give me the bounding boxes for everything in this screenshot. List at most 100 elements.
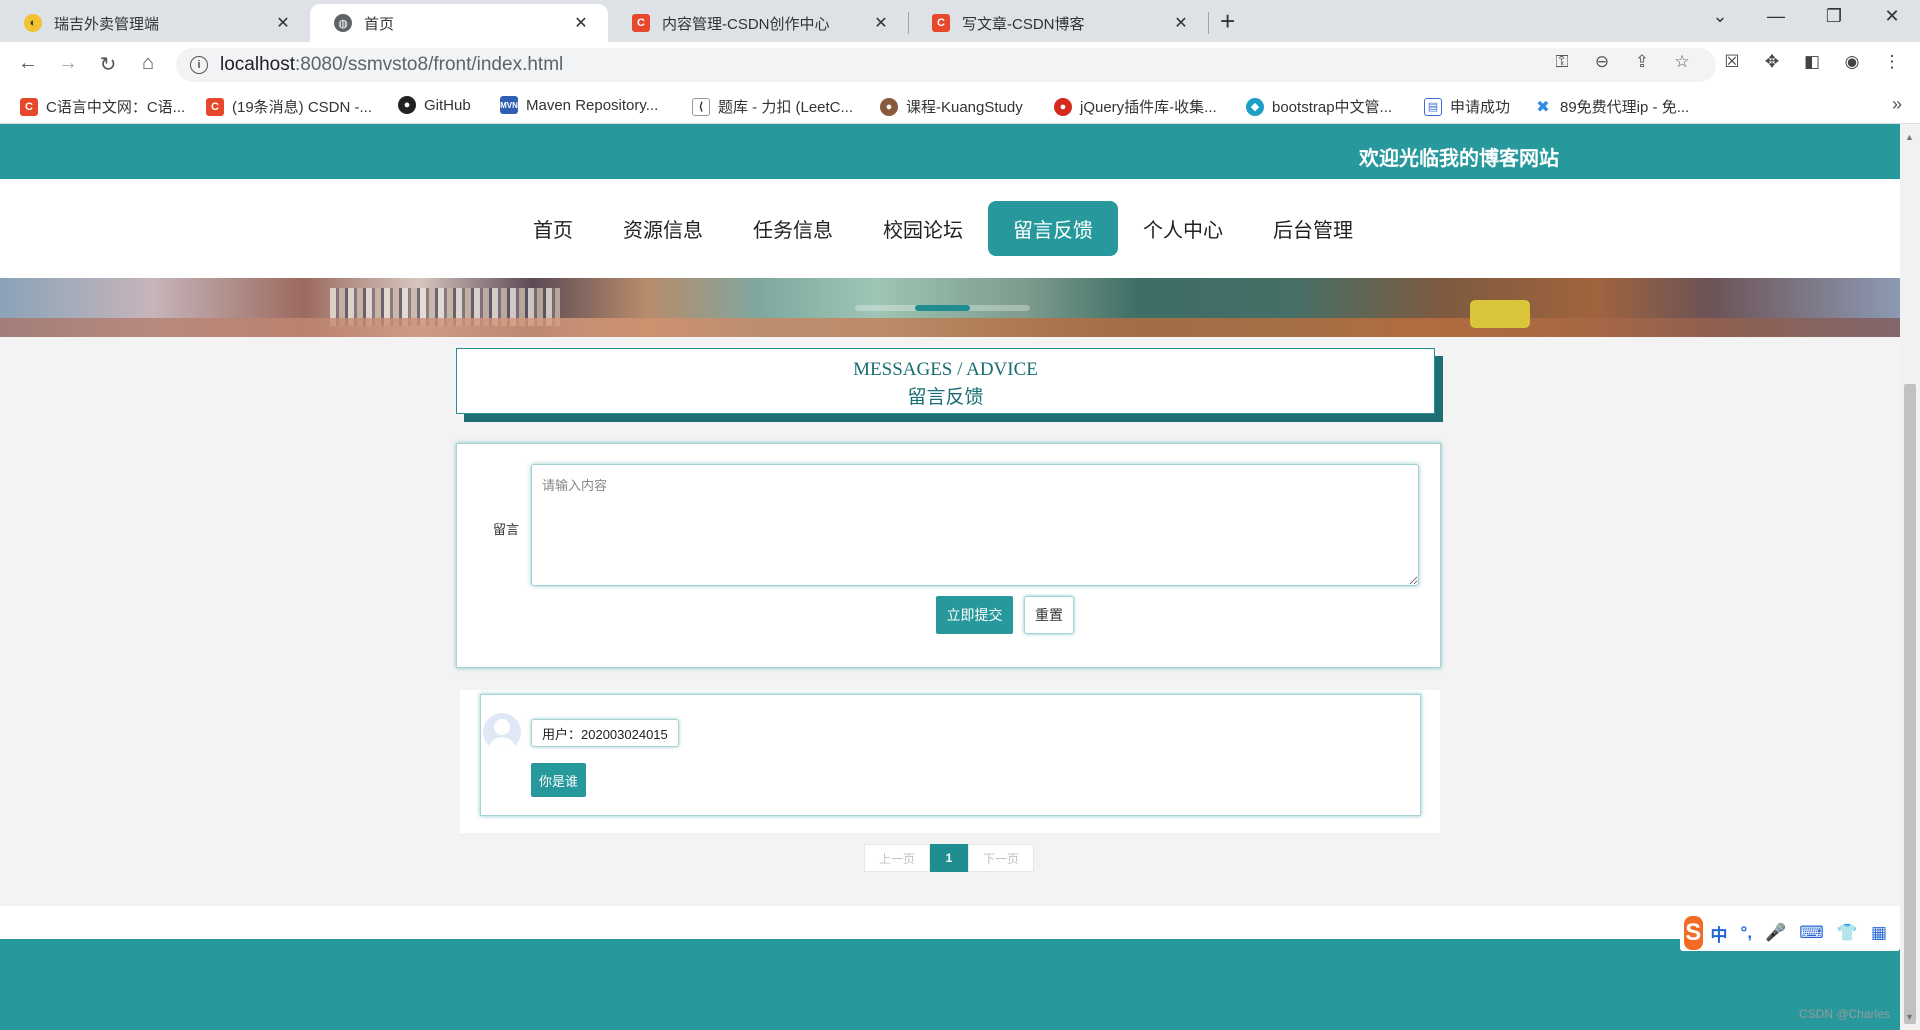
jquery-icon: ●	[1054, 97, 1072, 116]
pagination: 上一页 1 下一页	[864, 844, 1034, 872]
section-title-en: MESSAGES / ADVICE	[853, 359, 1038, 380]
bookmark-item[interactable]: ● GitHub	[398, 96, 471, 114]
avatar	[483, 713, 521, 751]
ime-chinese-mode[interactable]: 中	[1711, 921, 1728, 946]
ime-grid-icon[interactable]: ▦	[1871, 923, 1887, 943]
nav-item-tasks[interactable]: 任务信息	[728, 201, 858, 256]
bookmark-label: C语言中文网：C语...	[46, 99, 186, 116]
nav-item-home[interactable]: 首页	[508, 201, 598, 256]
page-scrollbar[interactable]: ▲ ▼	[1900, 124, 1920, 1030]
message-content: 你是谁	[531, 763, 587, 797]
forward-icon[interactable]: →	[54, 52, 82, 75]
hero-carousel	[0, 278, 1900, 337]
bookmark-label: GitHub	[424, 96, 471, 114]
bookmark-label: (19条消息) CSDN -...	[232, 99, 373, 116]
sogou-logo-icon: S	[1684, 916, 1703, 950]
avatar-body	[488, 737, 516, 751]
bookmark-label: bootstrap中文管...	[1272, 99, 1393, 116]
tab-home[interactable]: ◍ 首页 ✕	[310, 4, 608, 42]
bookmarks-overflow-icon[interactable]: »	[1892, 94, 1902, 115]
reset-button[interactable]: 重置	[1024, 596, 1074, 634]
star-icon[interactable]: ☆	[1667, 52, 1697, 72]
bookmark-item[interactable]: ● jQuery插件库-收集...	[1054, 96, 1217, 117]
footer	[0, 939, 1900, 1030]
carousel-indicators[interactable]	[855, 305, 1030, 311]
tab-title: 写文章-CSDN博客	[962, 15, 1085, 33]
bookmark-label: Maven Repository...	[526, 96, 659, 114]
page-viewport: 欢迎光临我的博客网站 首页 资源信息 任务信息 校园论坛 留言反馈 个人中心 后…	[0, 124, 1900, 1030]
message-label: 留言	[493, 522, 520, 537]
ime-punctuation-icon[interactable]: °,	[1741, 923, 1753, 943]
ime-toolbar[interactable]: S 中 °, 🎤 ⌨ 👕 ▦	[1680, 915, 1900, 951]
nav-item-admin[interactable]: 后台管理	[1248, 201, 1378, 256]
bookmark-item[interactable]: ⟨ 题库 - 力扣 (LeetC...	[692, 96, 853, 117]
tab-csdn-content[interactable]: C 内容管理-CSDN创作中心 ✕	[608, 4, 908, 42]
maven-icon: MVN	[500, 96, 518, 114]
pager-next[interactable]: 下一页	[968, 844, 1034, 872]
section-title-card: MESSAGES / ADVICE 留言反馈	[456, 348, 1435, 414]
nav-item-profile[interactable]: 个人中心	[1118, 201, 1248, 256]
scroll-up-icon[interactable]: ▲	[1905, 132, 1914, 142]
bookmark-item[interactable]: ✖ 89免费代理ip - 免...	[1534, 96, 1689, 117]
carousel-indicator-active[interactable]	[915, 305, 970, 311]
bookmark-item[interactable]: ● 课程-KuangStudy	[880, 96, 1023, 117]
tab-csdn-write[interactable]: C 写文章-CSDN博客 ✕	[908, 4, 1208, 42]
menu-icon[interactable]: ⋮	[1877, 52, 1907, 72]
bookmark-label: jQuery插件库-收集...	[1080, 99, 1217, 116]
site-info-icon[interactable]: i	[190, 56, 208, 74]
bookmark-item[interactable]: ◆ bootstrap中文管...	[1246, 96, 1392, 117]
leetcode-icon: ⟨	[692, 97, 710, 116]
message-item: 用户：202003024015 你是谁	[480, 694, 1421, 816]
profile-icon[interactable]: ◉	[1837, 52, 1867, 72]
bookmark-item[interactable]: MVN Maven Repository...	[500, 96, 658, 114]
close-icon[interactable]: ✕	[1172, 13, 1190, 33]
tab-title: 首页	[364, 15, 395, 33]
microphone-icon[interactable]: 🎤	[1765, 923, 1786, 943]
share-icon[interactable]: ⇪	[1627, 52, 1657, 72]
reload-icon[interactable]: ↻	[94, 52, 122, 77]
bookmark-label: 课程-KuangStudy	[906, 99, 1023, 116]
github-icon: ●	[398, 96, 416, 114]
puzzle-icon[interactable]: ✥	[1757, 52, 1787, 72]
back-icon[interactable]: ←	[14, 52, 42, 75]
main-nav: 首页 资源信息 任务信息 校园论坛 留言反馈 个人中心 后台管理	[0, 179, 1900, 278]
message-textarea[interactable]	[531, 464, 1419, 586]
bookmark-label: 89免费代理ip - 免...	[1560, 99, 1690, 116]
window-close-icon[interactable]: ✕	[1872, 6, 1912, 27]
pager-prev[interactable]: 上一页	[864, 844, 930, 872]
bookmark-label: 申请成功	[1450, 99, 1511, 116]
message-user: 用户：202003024015	[531, 719, 679, 747]
scroll-down-icon[interactable]: ▼	[1905, 1012, 1914, 1022]
home-icon[interactable]: ⌂	[134, 52, 162, 75]
tab-ruiji[interactable]: ◐ 瑞吉外卖管理端 ✕	[0, 4, 310, 42]
skin-icon[interactable]: 👕	[1837, 923, 1858, 943]
url-host: localhost	[220, 54, 295, 75]
minimize-icon[interactable]: —	[1756, 6, 1796, 27]
pager-current[interactable]: 1	[930, 844, 968, 872]
close-icon[interactable]: ✕	[572, 13, 590, 33]
watermark: CSDN @Charles	[1799, 1007, 1890, 1021]
submit-button[interactable]: 立即提交	[936, 596, 1013, 634]
close-icon[interactable]: ✕	[872, 13, 890, 33]
restore-icon[interactable]: ❐	[1814, 6, 1854, 27]
scrollbar-thumb[interactable]	[1904, 384, 1916, 1024]
keyboard-icon[interactable]: ⌨	[1799, 923, 1824, 943]
hero-object	[1470, 300, 1530, 328]
zoom-icon[interactable]: ⊖	[1587, 52, 1617, 72]
close-icon[interactable]: ✕	[274, 13, 292, 33]
csdn-icon: C	[20, 97, 38, 116]
bookmark-item[interactable]: ▤ 申请成功	[1424, 96, 1510, 117]
extension-x-icon[interactable]: ☒	[1717, 52, 1747, 72]
new-tab-button[interactable]: +	[1220, 8, 1235, 34]
bookmark-item[interactable]: C (19条消息) CSDN -...	[206, 96, 372, 117]
key-icon[interactable]: ⚿	[1547, 52, 1577, 72]
bookmark-item[interactable]: C C语言中文网：C语...	[20, 96, 185, 117]
sidepanel-icon[interactable]: ◧	[1797, 52, 1827, 72]
nav-item-feedback[interactable]: 留言反馈	[988, 201, 1118, 256]
tab-title: 瑞吉外卖管理端	[54, 15, 160, 33]
nav-item-forum[interactable]: 校园论坛	[858, 201, 988, 256]
address-bar[interactable]: i localhost:8080/ssmvsto8/front/index.ht…	[176, 48, 1716, 82]
tab-search-icon[interactable]: ⌄	[1700, 6, 1740, 27]
bookmark-label: 题库 - 力扣 (LeetC...	[718, 99, 854, 116]
nav-item-resources[interactable]: 资源信息	[598, 201, 728, 256]
